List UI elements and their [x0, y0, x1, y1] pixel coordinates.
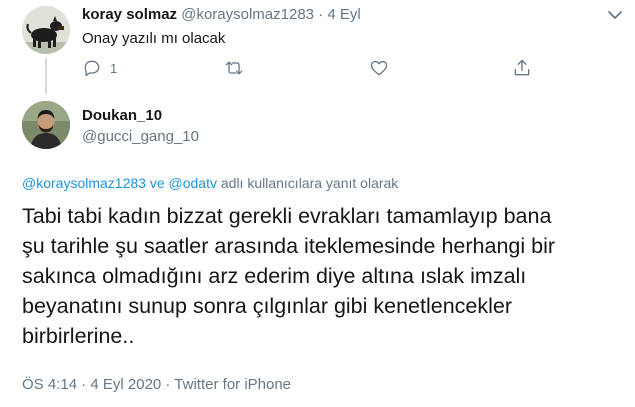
tweet-body-line: şu tarihle şu saatler arasında iteklemes… [22, 234, 556, 258]
mention-link[interactable]: @odatv [169, 175, 217, 191]
parent-header: koray solmaz @koraysolmaz1283 · 4 Eyl [82, 6, 361, 23]
more-icon[interactable] [607, 10, 623, 20]
reply-button[interactable]: 1 [82, 58, 117, 78]
profile-photo-icon [22, 101, 70, 149]
tweet-body-line: Tabi tabi kadın bizzat gerekli evrakları… [22, 204, 552, 228]
share-button[interactable] [512, 58, 532, 78]
author-handle[interactable]: @koraysolmaz1283 [181, 6, 314, 23]
avatar[interactable] [22, 101, 70, 149]
reply-joiner: ve [149, 175, 165, 191]
retweet-button[interactable] [224, 58, 244, 78]
tweet-date[interactable]: 4 Eyl [327, 6, 360, 23]
reply-context-suffix: adlı kullanıcılara yanıt olarak [220, 175, 399, 191]
like-button[interactable] [369, 58, 389, 78]
tweet-body-line: sakınca olmadığını arz ederim diye altın… [22, 264, 527, 288]
author-handle[interactable]: @gucci_gang_10 [82, 128, 199, 145]
action-bar: 1 [82, 58, 542, 80]
dog-avatar-icon [22, 6, 70, 54]
retweet-icon [225, 61, 243, 75]
mention-link[interactable]: @koraysolmaz1283 [22, 175, 146, 191]
thread-line [45, 58, 47, 94]
tweet-body-line: birbirlerine.. [22, 324, 135, 348]
author-name[interactable]: koray solmaz [82, 6, 177, 23]
tweet-body-line: beyanatını sunup sonra çılgınlar gibi ke… [22, 294, 513, 318]
tweet-meta[interactable]: ÖS 4:14 · 4 Eyl 2020 · Twitter for iPhon… [22, 376, 291, 393]
tweet-body: Tabi tabi kadın bizzat gerekli evrakları… [22, 201, 622, 351]
reply-context: @koraysolmaz1283 ve @odatv adlı kullanıc… [22, 175, 398, 191]
tweet-text: Onay yazılı mı olacak [82, 30, 226, 47]
avatar[interactable] [22, 6, 70, 54]
author-name[interactable]: Doukan_10 [82, 107, 162, 124]
like-icon [370, 60, 388, 76]
share-icon [514, 59, 530, 76]
main-tweet: Doukan_10 @gucci_gang_10 @koraysolmaz128… [0, 95, 635, 407]
reply-icon [84, 60, 100, 77]
reply-count: 1 [110, 60, 118, 76]
separator-dot: · [318, 6, 324, 23]
parent-tweet[interactable]: koray solmaz @koraysolmaz1283 · 4 Eyl On… [0, 0, 635, 94]
